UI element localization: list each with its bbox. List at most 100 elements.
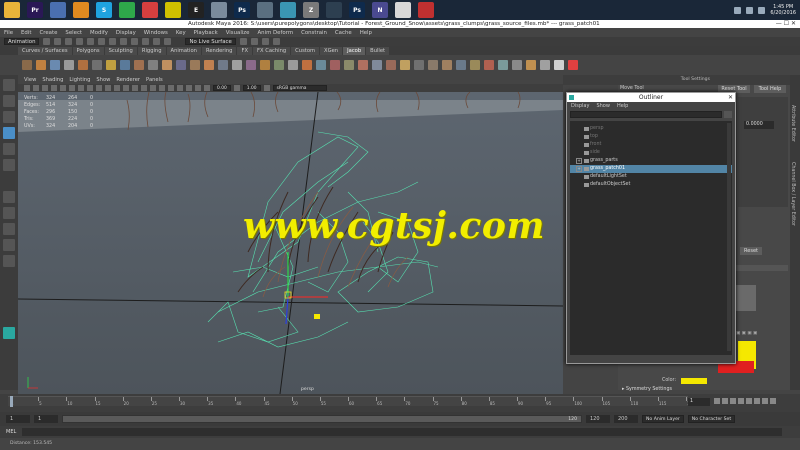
outliner-item[interactable]: front [570,141,732,149]
redo-icon[interactable] [87,38,95,45]
shelf-tool-31-icon[interactable] [442,60,452,70]
smooth-shade-icon[interactable] [132,85,138,91]
live-surface-field[interactable]: No Live Surface [185,38,236,45]
shelf-tab-fx-caching[interactable]: FX Caching [253,47,291,55]
shelf-tool-25-icon[interactable] [358,60,368,70]
shelf-tool-18-icon[interactable] [260,60,270,70]
color-management-icon[interactable] [263,85,270,91]
skype-taskbar-icon[interactable]: S [96,2,112,18]
step-forward-key-icon[interactable] [762,398,768,404]
shelf-tool-2-icon[interactable] [36,60,46,70]
shelf-tab-sculpting[interactable]: Sculpting [104,47,137,55]
outliner-item[interactable]: side [570,149,732,157]
shelf-tool-4-icon[interactable] [64,60,74,70]
viewport-menu-lighting[interactable]: Lighting [69,77,90,83]
safe-title-icon[interactable] [114,85,120,91]
scale-tool-icon[interactable] [3,159,15,171]
outliner-item[interactable]: + grass_parts [570,157,732,165]
gamma-icon[interactable] [233,85,240,91]
textured-icon[interactable] [150,85,156,91]
menu-key[interactable]: Key [176,30,186,36]
step-back-key-icon[interactable] [722,398,728,404]
shelf-tool-36-icon[interactable] [512,60,522,70]
shelf-tool-19-icon[interactable] [274,60,284,70]
ipr-render-icon[interactable] [250,38,258,45]
snap-view-icon[interactable] [164,38,172,45]
shelf-tool-40-icon[interactable] [568,60,578,70]
shelf-tab-custom[interactable]: Custom [291,47,320,55]
gamma-field[interactable]: 1.00 [242,85,261,91]
shelf-tool-26-icon[interactable] [372,60,382,70]
bookmark-icon[interactable] [42,85,48,91]
range-slider[interactable]: 120 [62,415,582,423]
menu-display[interactable]: Display [116,30,136,36]
shelf-tab-polygons[interactable]: Polygons [72,47,104,55]
wireframe-icon[interactable] [123,85,129,91]
menu-set-dropdown[interactable]: Animation [4,38,40,45]
shelf-tool-22-icon[interactable] [316,60,326,70]
playback-end-field[interactable]: 120 [586,415,610,423]
color-field[interactable] [681,378,707,384]
value-field[interactable]: 0.0000 [744,121,774,129]
shelf-tool-21-icon[interactable] [302,60,312,70]
viewport-menu-panels[interactable]: Panels [146,77,163,83]
render-icon[interactable] [239,38,247,45]
shelf-tool-28-icon[interactable] [400,60,410,70]
open-scene-icon[interactable] [54,38,62,45]
side-layout-icon[interactable] [3,223,15,235]
single-layout-icon[interactable] [3,191,15,203]
graph-layout-icon[interactable] [3,255,15,267]
hypershade-icon[interactable] [272,38,280,45]
shelf-tab-curves-surfaces[interactable]: Curves / Surfaces [18,47,72,55]
wireframe-on-shaded-icon[interactable] [141,85,147,91]
menu-windows[interactable]: Windows [144,30,168,36]
epic-taskbar-icon[interactable]: E [188,2,204,18]
time-ruler[interactable]: 1510152025303540455055606570758085909510… [8,396,695,406]
outliner-scrollbar[interactable] [727,123,731,351]
paint-select-icon[interactable] [3,111,15,123]
shelf-tool-1-icon[interactable] [22,60,32,70]
notification-icon[interactable] [758,6,766,14]
rotate-tool-icon[interactable] [3,143,15,155]
viewport-menu-view[interactable]: View [24,77,36,83]
shelf-tool-14-icon[interactable] [204,60,214,70]
shelf-tool-9-icon[interactable] [134,60,144,70]
go-to-start-icon[interactable] [714,398,720,404]
app17-taskbar-icon[interactable]: N [372,2,388,18]
gate-mask-icon[interactable] [87,85,93,91]
shelf-tool-27-icon[interactable] [386,60,396,70]
menu-help[interactable]: Help [360,30,372,36]
shelf-tool-7-icon[interactable] [106,60,116,70]
move-manip-z[interactable] [285,296,289,325]
go-to-end-icon[interactable] [770,398,776,404]
app3-taskbar-icon[interactable] [50,2,66,18]
app19-taskbar-icon[interactable] [418,2,434,18]
explorer-taskbar-icon[interactable] [4,2,20,18]
expand-icon[interactable]: + [576,166,582,172]
attribute-editor-tab[interactable]: Attribute Editor [790,105,795,142]
shelf-tab-fx[interactable]: FX [237,47,253,55]
film-gate-icon[interactable] [69,85,75,91]
viewport-menu-renderer[interactable]: Renderer [116,77,140,83]
shelf-tab-rendering[interactable]: Rendering [201,47,237,55]
snap-curve-icon[interactable] [142,38,150,45]
menu-cache[interactable]: Cache [335,30,352,36]
shelf-tool-20-icon[interactable] [288,60,298,70]
select-tool-icon[interactable] [3,79,15,91]
save-scene-icon[interactable] [65,38,73,45]
new-scene-icon[interactable] [43,38,51,45]
select-component-icon[interactable] [120,38,128,45]
isolate-icon[interactable] [195,85,201,91]
shelf-tool-13-icon[interactable] [190,60,200,70]
reset-button[interactable]: Reset [740,247,762,255]
shelf-tool-34-icon[interactable] [484,60,494,70]
shelf-tool-39-icon[interactable] [554,60,564,70]
app15-taskbar-icon[interactable] [326,2,342,18]
shelf-tool-6-icon[interactable] [92,60,102,70]
xray-icon[interactable] [186,85,192,91]
photoshop2-taskbar-icon[interactable]: Ps [349,2,365,18]
outliner-search-input[interactable] [570,111,722,118]
menu-create[interactable]: Create [39,30,57,36]
end-time-field[interactable]: 200 [614,415,638,423]
step-forward-frame-icon[interactable] [754,398,760,404]
